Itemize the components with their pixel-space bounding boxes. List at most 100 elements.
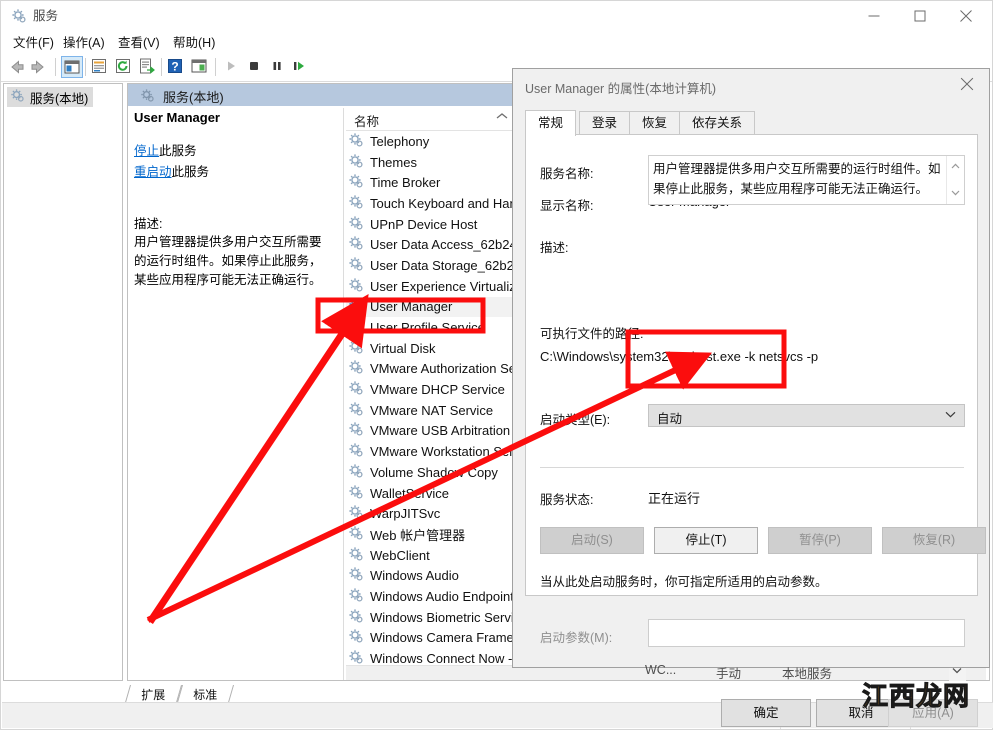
service-status-value: 正在运行: [648, 491, 701, 506]
chevron-up-icon[interactable]: [947, 158, 964, 175]
description-textbox[interactable]: 用户管理器提供多用户交互所需要的运行时组件。如果停止此服务，某些应用程序可能无法…: [648, 155, 965, 205]
services-gear-icon: [348, 566, 364, 585]
service-status-label: 服务状态:: [540, 493, 594, 507]
service-name-cell: User Manager: [370, 299, 453, 315]
list-last-row-logon: 本地服务: [782, 667, 833, 681]
service-name-cell: VMware USB Arbitration: [370, 423, 511, 439]
service-name-cell: Web 帐户管理器: [370, 527, 466, 543]
restart-service-link[interactable]: 重启动此服务: [134, 162, 339, 183]
tab-logon[interactable]: 登录: [579, 111, 631, 135]
stop-service-link[interactable]: 停止此服务: [134, 141, 339, 162]
menu-bar: 文件(F) 操作(A) 查看(V) 帮助(H): [1, 31, 992, 53]
start-parameters-input[interactable]: [648, 619, 965, 647]
services-gear-icon: [348, 173, 364, 192]
menu-view[interactable]: 查看(V): [114, 34, 164, 52]
show-hide-tree-icon[interactable]: [61, 56, 83, 78]
service-name-cell: Telephony: [370, 133, 430, 149]
service-name-cell: Windows Audio Endpoint: [370, 588, 514, 604]
stop-service-icon[interactable]: [244, 56, 266, 78]
services-gear-icon: [348, 442, 364, 461]
services-gear-icon: [348, 525, 364, 544]
start-parameters-label: 启动参数(M):: [540, 631, 613, 645]
tree-node-label: 服务(本地): [30, 91, 89, 106]
tab-dependencies[interactable]: 依存关系: [679, 111, 756, 135]
chevron-down-icon[interactable]: [947, 185, 964, 202]
start-service-icon[interactable]: [221, 56, 243, 78]
description-scrollbar[interactable]: [946, 156, 964, 204]
chevron-down-icon: [945, 409, 956, 421]
service-name-cell: VMware DHCP Service: [370, 382, 505, 398]
services-gear-icon: [348, 359, 364, 378]
service-name-cell: Themes: [370, 154, 417, 170]
services-gear-icon: [348, 504, 364, 523]
menu-help[interactable]: 帮助(H): [169, 34, 219, 52]
right-pane-header-label: 服务(本地): [163, 90, 224, 105]
ok-button[interactable]: 确定: [721, 699, 811, 727]
service-name-cell: User Data Access_62b24f: [370, 237, 521, 253]
services-gear-icon: [348, 256, 364, 275]
services-gear-icon: [348, 380, 364, 399]
list-last-row-startup: 手动: [716, 667, 742, 681]
services-gear-icon: [348, 339, 364, 358]
services-gear-icon: [348, 628, 364, 647]
description-text: 用户管理器提供多用户交互所需要的运行时组件。如果停止此服务，某些应用程序可能无法…: [653, 162, 941, 196]
show-action-pane-icon[interactable]: [189, 56, 211, 78]
window-titlebar: 服务: [1, 1, 992, 31]
service-name-cell: VMware Workstation Ser: [370, 444, 514, 460]
service-name-cell: User Data Storage_62b24: [370, 257, 522, 273]
details-description-label: 描述:: [134, 217, 163, 231]
start-button[interactable]: 启动(S): [540, 527, 644, 554]
service-name-cell: VMware NAT Service: [370, 402, 494, 418]
service-name-cell: WarpJITSvc: [370, 506, 441, 522]
back-icon[interactable]: [5, 56, 27, 78]
stop-button[interactable]: 停止(T): [654, 527, 758, 554]
services-gear-icon: [348, 153, 364, 172]
service-name-cell: Windows Biometric Servic: [370, 609, 521, 625]
service-name-cell: Touch Keyboard and Han: [370, 195, 517, 211]
close-button[interactable]: [943, 1, 989, 31]
help-icon[interactable]: ?: [165, 56, 187, 78]
services-gear-icon: [348, 587, 364, 606]
tab-recovery[interactable]: 恢复: [629, 111, 681, 135]
minimize-button[interactable]: [851, 1, 897, 31]
services-gear-icon: [11, 8, 27, 24]
column-header-name[interactable]: 名称: [354, 111, 379, 130]
details-description-text: 用户管理器提供多用户交互所需要的运行时组件。如果停止此服务，某些应用程序可能无法…: [134, 235, 322, 287]
start-parameters-hint: 当从此处启动服务时，你可指定所适用的启动参数。: [540, 575, 828, 589]
restart-service-icon[interactable]: [289, 56, 311, 78]
services-gear-icon: [348, 215, 364, 234]
menu-action[interactable]: 操作(A): [59, 34, 109, 52]
refresh-icon[interactable]: [113, 56, 135, 78]
forward-icon[interactable]: [28, 56, 50, 78]
properties-icon[interactable]: [89, 56, 111, 78]
resume-button[interactable]: 恢复(R): [882, 527, 986, 554]
menu-file[interactable]: 文件(F): [9, 34, 58, 52]
tab-general[interactable]: 常规: [525, 110, 577, 136]
restart-service-link-suffix: 此服务: [171, 165, 210, 179]
pause-service-icon[interactable]: [267, 56, 289, 78]
tab-standard-label: 标准: [193, 688, 218, 702]
watermark: 江西龙网: [861, 682, 971, 713]
pause-button[interactable]: 暂停(P): [768, 527, 872, 554]
startup-type-label: 启动类型(E):: [540, 413, 611, 427]
service-details-column: User Manager 停止此服务 重启动此服务 描述: 用户管理器提供多用户…: [134, 110, 339, 290]
window-title: 服务: [33, 9, 59, 23]
startup-type-dropdown[interactable]: 自动: [648, 404, 965, 427]
details-service-title: User Manager: [134, 110, 220, 125]
stop-service-link-text: 停止: [134, 144, 160, 158]
tree-node-services-local[interactable]: 服务(本地): [7, 87, 94, 107]
svg-text:?: ?: [171, 60, 178, 74]
maximize-button[interactable]: [897, 1, 943, 31]
stop-service-link-suffix: 此服务: [159, 144, 197, 158]
tab-extended-label: 扩展: [141, 688, 166, 702]
services-gear-icon: [348, 235, 364, 254]
dialog-close-button[interactable]: [945, 69, 989, 99]
dialog-general-panel: 服务名称: UserManager 显示名称: User Manager 描述:…: [525, 134, 986, 647]
export-list-icon[interactable]: [137, 56, 159, 78]
service-name-cell: Virtual Disk: [370, 340, 436, 356]
restart-service-link-text: 重启动: [134, 165, 172, 179]
divider: [540, 467, 964, 468]
service-name-cell: WebClient: [370, 547, 430, 563]
services-gear-icon: [348, 297, 364, 316]
service-name-cell: Windows Camera Frame: [370, 630, 514, 646]
